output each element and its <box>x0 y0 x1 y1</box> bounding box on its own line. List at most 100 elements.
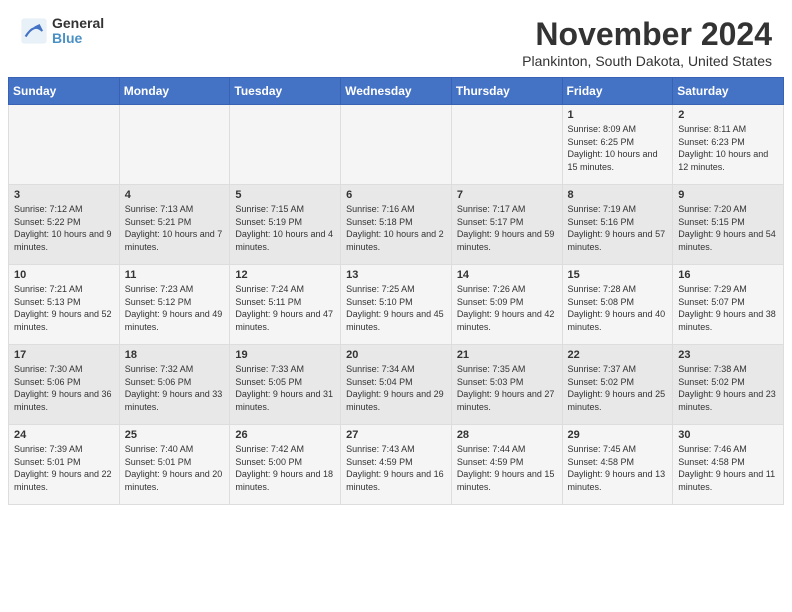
table-row: 8 Sunrise: 7:19 AM Sunset: 5:16 PM Daylig… <box>562 185 673 265</box>
table-row <box>341 105 452 185</box>
location: Plankinton, South Dakota, United States <box>522 53 772 69</box>
header-friday: Friday <box>562 78 673 105</box>
table-row: 3Sunrise: 7:12 AM Sunset: 5:22 PM Daylig… <box>9 185 120 265</box>
day-number: 6 <box>346 189 446 201</box>
day-number: 8 <box>568 189 668 201</box>
table-row: 16 Sunrise: 7:29 AM Sunset: 5:07 PM Dayli… <box>673 265 784 345</box>
calendar-week-row: 17 Sunrise: 7:30 AM Sunset: 5:06 PM Dayli… <box>9 345 784 425</box>
day-number: 20 <box>346 349 446 361</box>
day-info: Sunrise: 7:46 AM Sunset: 4:58 PM Dayligh… <box>678 443 778 493</box>
table-row: 18 Sunrise: 7:32 AM Sunset: 5:06 PM Dayli… <box>119 345 230 425</box>
calendar-header-row: Sunday Monday Tuesday Wednesday Thursday… <box>9 78 784 105</box>
calendar-week-row: 1 Sunrise: 8:09 AM Sunset: 6:25 PM Daylig… <box>9 105 784 185</box>
table-row: 15 Sunrise: 7:28 AM Sunset: 5:08 PM Dayli… <box>562 265 673 345</box>
day-info: Sunrise: 7:30 AM Sunset: 5:06 PM Dayligh… <box>14 363 114 413</box>
day-info: Sunrise: 7:44 AM Sunset: 4:59 PM Dayligh… <box>457 443 557 493</box>
table-row: 23 Sunrise: 7:38 AM Sunset: 5:02 PM Dayli… <box>673 345 784 425</box>
day-number: 30 <box>678 429 778 441</box>
table-row: 9 Sunrise: 7:20 AM Sunset: 5:15 PM Daylig… <box>673 185 784 265</box>
day-info: Sunrise: 7:45 AM Sunset: 4:58 PM Dayligh… <box>568 443 668 493</box>
day-number: 28 <box>457 429 557 441</box>
table-row: 7 Sunrise: 7:17 AM Sunset: 5:17 PM Daylig… <box>451 185 562 265</box>
day-number: 25 <box>125 429 225 441</box>
table-row <box>119 105 230 185</box>
day-info: Sunrise: 7:12 AM Sunset: 5:22 PM Dayligh… <box>14 203 114 253</box>
day-number: 17 <box>14 349 114 361</box>
day-info: Sunrise: 7:29 AM Sunset: 5:07 PM Dayligh… <box>678 283 778 333</box>
day-number: 10 <box>14 269 114 281</box>
day-info: Sunrise: 7:37 AM Sunset: 5:02 PM Dayligh… <box>568 363 668 413</box>
header-thursday: Thursday <box>451 78 562 105</box>
day-info: Sunrise: 7:19 AM Sunset: 5:16 PM Dayligh… <box>568 203 668 253</box>
day-info: Sunrise: 7:32 AM Sunset: 5:06 PM Dayligh… <box>125 363 225 413</box>
table-row: 5Sunrise: 7:15 AM Sunset: 5:19 PM Daylig… <box>230 185 341 265</box>
day-number: 16 <box>678 269 778 281</box>
header-tuesday: Tuesday <box>230 78 341 105</box>
table-row: 19Sunrise: 7:33 AM Sunset: 5:05 PM Dayli… <box>230 345 341 425</box>
table-row <box>451 105 562 185</box>
day-info: Sunrise: 7:17 AM Sunset: 5:17 PM Dayligh… <box>457 203 557 253</box>
day-info: Sunrise: 7:34 AM Sunset: 5:04 PM Dayligh… <box>346 363 446 413</box>
logo: General Blue <box>20 16 104 47</box>
day-info: Sunrise: 7:35 AM Sunset: 5:03 PM Dayligh… <box>457 363 557 413</box>
title-area: November 2024 Plankinton, South Dakota, … <box>522 16 772 69</box>
month-title: November 2024 <box>522 16 772 53</box>
table-row: 13Sunrise: 7:25 AM Sunset: 5:10 PM Dayli… <box>341 265 452 345</box>
calendar: Sunday Monday Tuesday Wednesday Thursday… <box>8 77 784 505</box>
day-info: Sunrise: 7:42 AM Sunset: 5:00 PM Dayligh… <box>235 443 335 493</box>
table-row: 21 Sunrise: 7:35 AM Sunset: 5:03 PM Dayli… <box>451 345 562 425</box>
day-number: 23 <box>678 349 778 361</box>
day-info: Sunrise: 7:24 AM Sunset: 5:11 PM Dayligh… <box>235 283 335 333</box>
day-number: 29 <box>568 429 668 441</box>
table-row: 22 Sunrise: 7:37 AM Sunset: 5:02 PM Dayli… <box>562 345 673 425</box>
calendar-week-row: 24Sunrise: 7:39 AM Sunset: 5:01 PM Dayli… <box>9 425 784 505</box>
header-wednesday: Wednesday <box>341 78 452 105</box>
page-header: General Blue November 2024 Plankinton, S… <box>0 0 792 77</box>
day-number: 5 <box>235 189 335 201</box>
calendar-week-row: 3Sunrise: 7:12 AM Sunset: 5:22 PM Daylig… <box>9 185 784 265</box>
day-number: 11 <box>125 269 225 281</box>
header-saturday: Saturday <box>673 78 784 105</box>
day-number: 18 <box>125 349 225 361</box>
table-row: 1 Sunrise: 8:09 AM Sunset: 6:25 PM Daylig… <box>562 105 673 185</box>
day-number: 19 <box>235 349 335 361</box>
table-row: 30 Sunrise: 7:46 AM Sunset: 4:58 PM Dayli… <box>673 425 784 505</box>
table-row: 24Sunrise: 7:39 AM Sunset: 5:01 PM Dayli… <box>9 425 120 505</box>
calendar-week-row: 10 Sunrise: 7:21 AM Sunset: 5:13 PM Dayli… <box>9 265 784 345</box>
table-row <box>230 105 341 185</box>
header-monday: Monday <box>119 78 230 105</box>
day-number: 21 <box>457 349 557 361</box>
day-info: Sunrise: 8:09 AM Sunset: 6:25 PM Dayligh… <box>568 123 668 173</box>
day-number: 13 <box>346 269 446 281</box>
day-number: 2 <box>678 109 778 121</box>
table-row: 11 Sunrise: 7:23 AM Sunset: 5:12 PM Dayli… <box>119 265 230 345</box>
table-row: 29 Sunrise: 7:45 AM Sunset: 4:58 PM Dayli… <box>562 425 673 505</box>
table-row: 20 Sunrise: 7:34 AM Sunset: 5:04 PM Dayli… <box>341 345 452 425</box>
logo-text: General Blue <box>52 16 104 47</box>
day-info: Sunrise: 7:13 AM Sunset: 5:21 PM Dayligh… <box>125 203 225 253</box>
day-number: 7 <box>457 189 557 201</box>
day-number: 15 <box>568 269 668 281</box>
day-info: Sunrise: 7:38 AM Sunset: 5:02 PM Dayligh… <box>678 363 778 413</box>
day-info: Sunrise: 7:21 AM Sunset: 5:13 PM Dayligh… <box>14 283 114 333</box>
table-row: 6Sunrise: 7:16 AM Sunset: 5:18 PM Daylig… <box>341 185 452 265</box>
table-row: 26 Sunrise: 7:42 AM Sunset: 5:00 PM Dayli… <box>230 425 341 505</box>
day-number: 9 <box>678 189 778 201</box>
table-row <box>9 105 120 185</box>
table-row: 25Sunrise: 7:40 AM Sunset: 5:01 PM Dayli… <box>119 425 230 505</box>
day-info: Sunrise: 7:23 AM Sunset: 5:12 PM Dayligh… <box>125 283 225 333</box>
table-row: 28 Sunrise: 7:44 AM Sunset: 4:59 PM Dayli… <box>451 425 562 505</box>
day-number: 22 <box>568 349 668 361</box>
day-number: 4 <box>125 189 225 201</box>
day-info: Sunrise: 7:26 AM Sunset: 5:09 PM Dayligh… <box>457 283 557 333</box>
day-info: Sunrise: 7:39 AM Sunset: 5:01 PM Dayligh… <box>14 443 114 493</box>
table-row: 4 Sunrise: 7:13 AM Sunset: 5:21 PM Daylig… <box>119 185 230 265</box>
day-number: 1 <box>568 109 668 121</box>
day-info: Sunrise: 7:28 AM Sunset: 5:08 PM Dayligh… <box>568 283 668 333</box>
day-number: 26 <box>235 429 335 441</box>
logo-blue: Blue <box>52 31 104 46</box>
day-info: Sunrise: 7:20 AM Sunset: 5:15 PM Dayligh… <box>678 203 778 253</box>
day-info: Sunrise: 8:11 AM Sunset: 6:23 PM Dayligh… <box>678 123 778 173</box>
table-row: 12Sunrise: 7:24 AM Sunset: 5:11 PM Dayli… <box>230 265 341 345</box>
logo-icon <box>20 17 48 45</box>
